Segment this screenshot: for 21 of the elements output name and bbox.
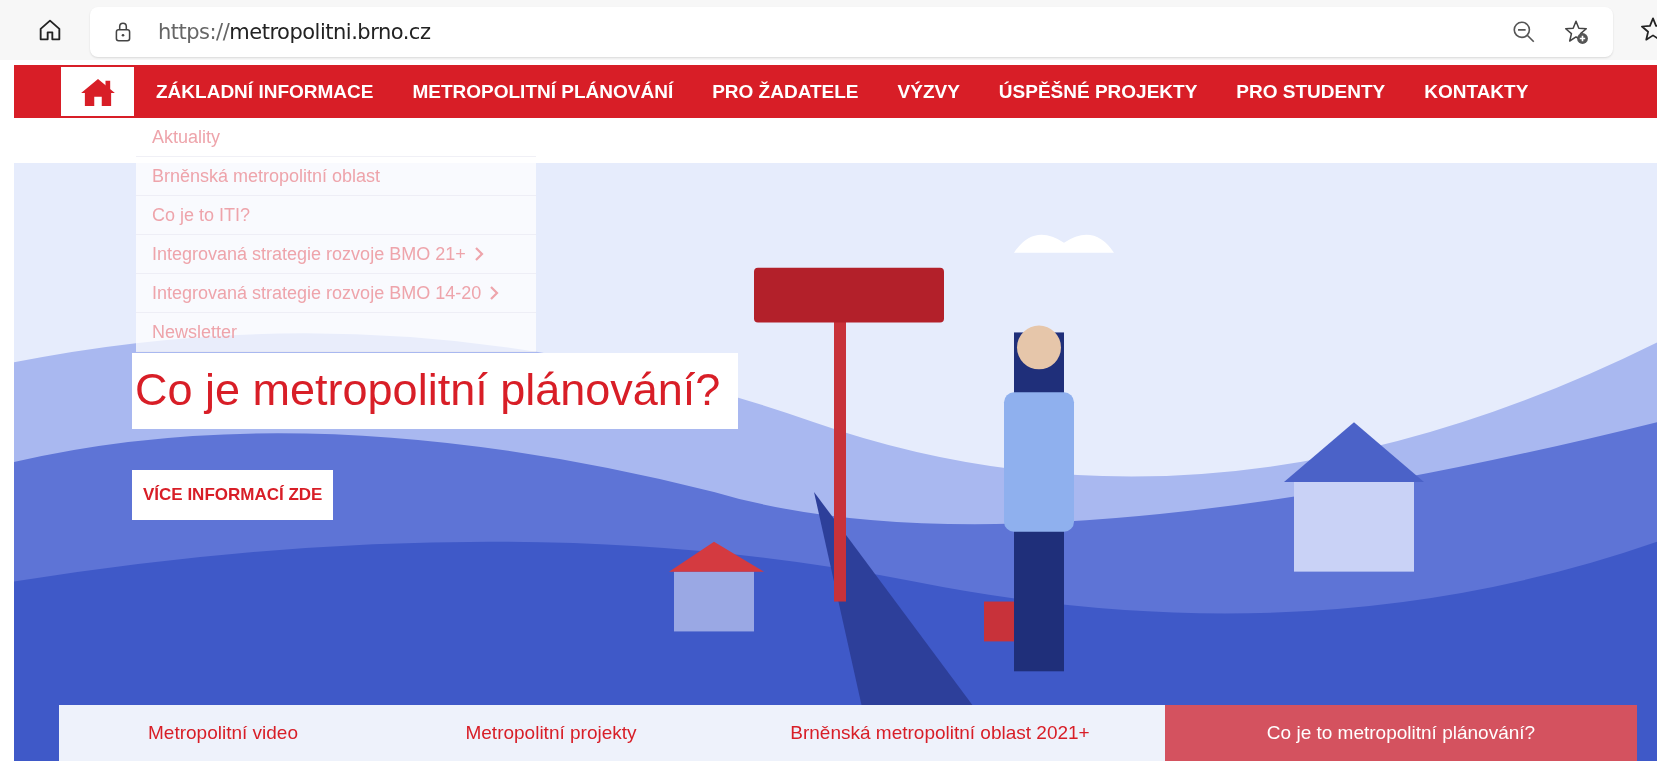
chevron-right-icon [473, 246, 484, 262]
url-text: https://metropolitni.brno.cz [158, 20, 431, 44]
tab[interactable]: Metropolitní projekty [387, 705, 715, 761]
nav-link[interactable]: PRO ŽADATELE [712, 80, 859, 103]
nav-link[interactable]: METROPOLITNÍ PLÁNOVÁNÍ [412, 80, 674, 103]
home-button[interactable] [61, 67, 134, 116]
tab[interactable]: Co je to metropolitní plánování? [1165, 705, 1637, 761]
tab[interactable]: Brněnská metropolitní oblast 2021+ [715, 705, 1165, 761]
zoom-out-icon[interactable] [1511, 19, 1537, 45]
tab[interactable]: Metropolitní video [59, 705, 387, 761]
nav-link[interactable]: ZÁKLADNÍ INFORMACE [156, 80, 374, 103]
add-favorite-icon[interactable] [1563, 19, 1589, 45]
lock-icon [114, 21, 132, 43]
hero-title: Co je metropolitní plánování? [132, 353, 739, 429]
nav-link[interactable]: VÝZVY [897, 80, 960, 103]
address-bar[interactable]: https://metropolitni.brno.cz [90, 7, 1613, 57]
nav-link[interactable]: PRO STUDENTY [1236, 80, 1386, 103]
chevron-right-icon [489, 285, 500, 301]
nav-link[interactable]: ÚSPĚŠNÉ PROJEKTY [998, 80, 1198, 103]
nav-link[interactable]: KONTAKTY [1424, 80, 1529, 103]
more-info-button[interactable]: VÍCE INFORMACÍ ZDE [132, 470, 334, 520]
